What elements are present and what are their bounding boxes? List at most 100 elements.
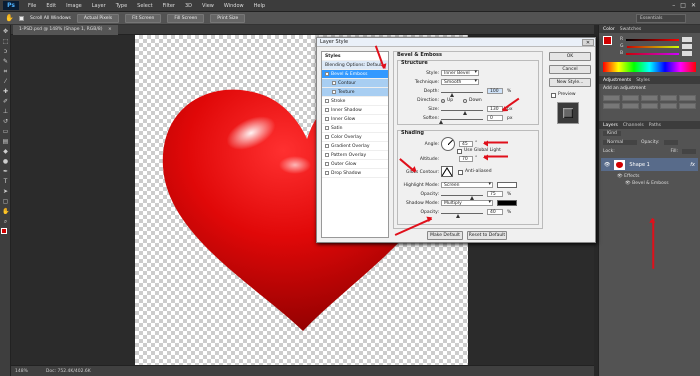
menu-edit[interactable]: Edit <box>46 3 56 9</box>
channel-mixer-icon[interactable] <box>679 103 696 109</box>
eye-icon[interactable]: 👁 <box>617 174 623 179</box>
color-balance-icon[interactable] <box>622 103 639 109</box>
close-dialog-button[interactable]: ✕ <box>582 39 594 46</box>
opacity-field[interactable] <box>663 140 678 145</box>
tab-adjustments[interactable]: Adjustments <box>603 78 631 83</box>
depth-slider[interactable] <box>441 92 483 93</box>
slider-g[interactable]: G <box>616 43 696 50</box>
type-tool-icon[interactable]: T <box>2 178 9 185</box>
move-tool-icon[interactable]: ✥ <box>2 28 9 35</box>
direction-up-radio[interactable] <box>441 99 445 103</box>
healing-tool-icon[interactable]: ✚ <box>2 88 9 95</box>
menu-help[interactable]: Help <box>254 3 265 9</box>
close-window-button[interactable]: ✕ <box>691 2 696 9</box>
menu-image[interactable]: Image <box>66 3 82 9</box>
brush-tool-icon[interactable]: ✐ <box>2 98 9 105</box>
tab-swatches[interactable]: Swatches <box>620 27 642 32</box>
new-style-button[interactable]: New Style... <box>549 78 591 87</box>
bevel-emboss-effect-row[interactable]: 👁 Bevel & Emboss <box>599 180 700 187</box>
depth-input[interactable]: 100 <box>487 88 503 94</box>
cancel-button[interactable]: Cancel <box>549 65 591 74</box>
stamp-tool-icon[interactable]: ⊥ <box>2 108 9 115</box>
use-global-light-checkbox[interactable] <box>457 149 462 154</box>
shape-tool-icon[interactable]: ▢ <box>2 198 9 205</box>
menu-filter[interactable]: Filter <box>163 3 175 9</box>
menu-3d[interactable]: 3D <box>185 3 192 9</box>
direction-down-radio[interactable] <box>463 99 467 103</box>
fill-field[interactable] <box>682 149 696 154</box>
shadow-mode-select[interactable]: Multiply <box>441 200 493 206</box>
anti-aliased-checkbox[interactable] <box>458 170 463 175</box>
blur-tool-icon[interactable]: ◆ <box>2 148 9 155</box>
ok-button[interactable]: OK <box>549 52 591 61</box>
brightness-icon[interactable] <box>603 95 620 101</box>
layer-row-shape-1[interactable]: 👁 Shape 1 fx <box>601 158 698 171</box>
foreground-color[interactable] <box>1 228 7 234</box>
eyedropper-tool-icon[interactable]: ⁄ <box>2 78 9 85</box>
curves-icon[interactable] <box>641 95 658 101</box>
angle-input[interactable]: 45 <box>459 141 473 147</box>
style-item-contour[interactable]: Contour <box>322 79 388 88</box>
hue-icon[interactable] <box>603 103 620 109</box>
gradient-tool-icon[interactable]: ▤ <box>2 138 9 145</box>
shadow-opacity-thumb[interactable] <box>456 214 460 218</box>
shadow-color-swatch[interactable] <box>497 200 517 206</box>
tab-channels[interactable]: Channels <box>623 123 644 128</box>
zoom-tool-icon[interactable]: ⌕ <box>2 218 9 225</box>
levels-icon[interactable] <box>622 95 639 101</box>
tab-layers[interactable]: Layers <box>603 123 618 128</box>
tab-styles[interactable]: Styles <box>636 78 650 83</box>
menu-view[interactable]: View <box>202 3 214 9</box>
make-default-button[interactable]: Make Default <box>427 231 463 240</box>
menu-layer[interactable]: Layer <box>92 3 106 9</box>
foreground-swatch[interactable] <box>603 36 612 45</box>
eye-icon[interactable]: 👁 <box>604 162 610 168</box>
print-size-button[interactable]: Print Size <box>210 13 246 23</box>
gloss-contour-preview[interactable] <box>441 166 453 177</box>
menu-type[interactable]: Type <box>116 3 127 9</box>
blend-mode-select[interactable]: Normal <box>603 140 637 145</box>
maximize-button[interactable]: □ <box>680 2 686 9</box>
photo-filter-icon[interactable] <box>660 103 677 109</box>
angle-dial[interactable] <box>441 137 455 151</box>
effects-row[interactable]: 👁 Effects <box>599 173 700 180</box>
color-spectrum[interactable] <box>603 62 696 72</box>
actual-pixels-button[interactable]: Actual Pixels <box>76 13 120 23</box>
menu-file[interactable]: File <box>28 3 36 9</box>
style-select[interactable]: Inner Bevel <box>441 70 479 76</box>
fit-screen-button[interactable]: Fit Screen <box>125 13 162 23</box>
close-tab-icon[interactable]: × <box>108 27 112 32</box>
zoom-level[interactable]: 148% <box>15 369 28 374</box>
highlight-mode-select[interactable]: Screen <box>441 182 493 188</box>
slider-r[interactable]: R <box>616 36 696 43</box>
history-brush-tool-icon[interactable]: ↺ <box>2 118 9 125</box>
fill-screen-button[interactable]: Fill Screen <box>167 13 205 23</box>
color-swatches[interactable] <box>1 228 10 242</box>
depth-slider-thumb[interactable] <box>450 93 454 97</box>
hand-tool-icon[interactable]: ✋ <box>2 208 9 215</box>
eraser-tool-icon[interactable]: ▭ <box>2 128 9 135</box>
tab-color[interactable]: Color <box>603 27 615 32</box>
menu-select[interactable]: Select <box>137 3 152 9</box>
workspace-select[interactable]: Essentials <box>636 14 686 23</box>
lasso-tool-icon[interactable]: ↄ <box>2 48 9 55</box>
path-select-tool-icon[interactable]: ➤ <box>2 188 9 195</box>
document-tab[interactable]: 1-PSD.psd @ 148% (Shape 1, RGB/8) × <box>13 25 118 35</box>
kind-filter[interactable]: Kind <box>603 131 621 136</box>
dodge-tool-icon[interactable]: ● <box>2 158 9 165</box>
bevel-checkbox[interactable] <box>325 72 329 76</box>
quick-select-tool-icon[interactable]: ✎ <box>2 58 9 65</box>
soften-input[interactable]: 0 <box>487 115 503 121</box>
bw-icon[interactable] <box>641 103 658 109</box>
technique-select[interactable]: Smooth <box>441 79 479 85</box>
style-item-drop-shadow[interactable]: Drop Shadow <box>322 169 388 178</box>
crop-tool-icon[interactable]: ⌗ <box>2 68 9 75</box>
vibrance-icon[interactable] <box>679 95 696 101</box>
size-slider-thumb[interactable] <box>463 111 467 115</box>
shadow-opacity-slider[interactable] <box>441 213 483 214</box>
altitude-input[interactable]: 70 <box>459 156 473 162</box>
soften-slider-thumb[interactable] <box>439 120 443 124</box>
soften-slider[interactable] <box>441 119 483 120</box>
reset-to-default-button[interactable]: Reset to Default <box>467 231 507 240</box>
pen-tool-icon[interactable]: ✒ <box>2 168 9 175</box>
